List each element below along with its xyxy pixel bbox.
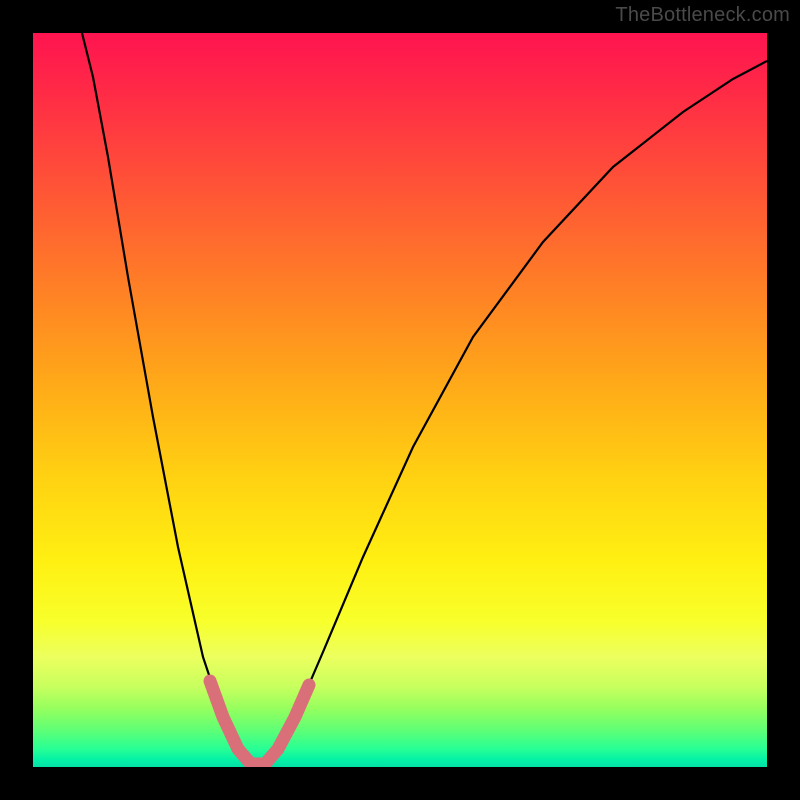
main-curve-path [82, 33, 767, 764]
plot-area [33, 33, 767, 767]
valley-highlight-path [210, 681, 309, 764]
watermark-text: TheBottleneck.com [615, 4, 790, 27]
chart-frame: TheBottleneck.com [0, 0, 800, 800]
curve-svg [33, 33, 767, 767]
